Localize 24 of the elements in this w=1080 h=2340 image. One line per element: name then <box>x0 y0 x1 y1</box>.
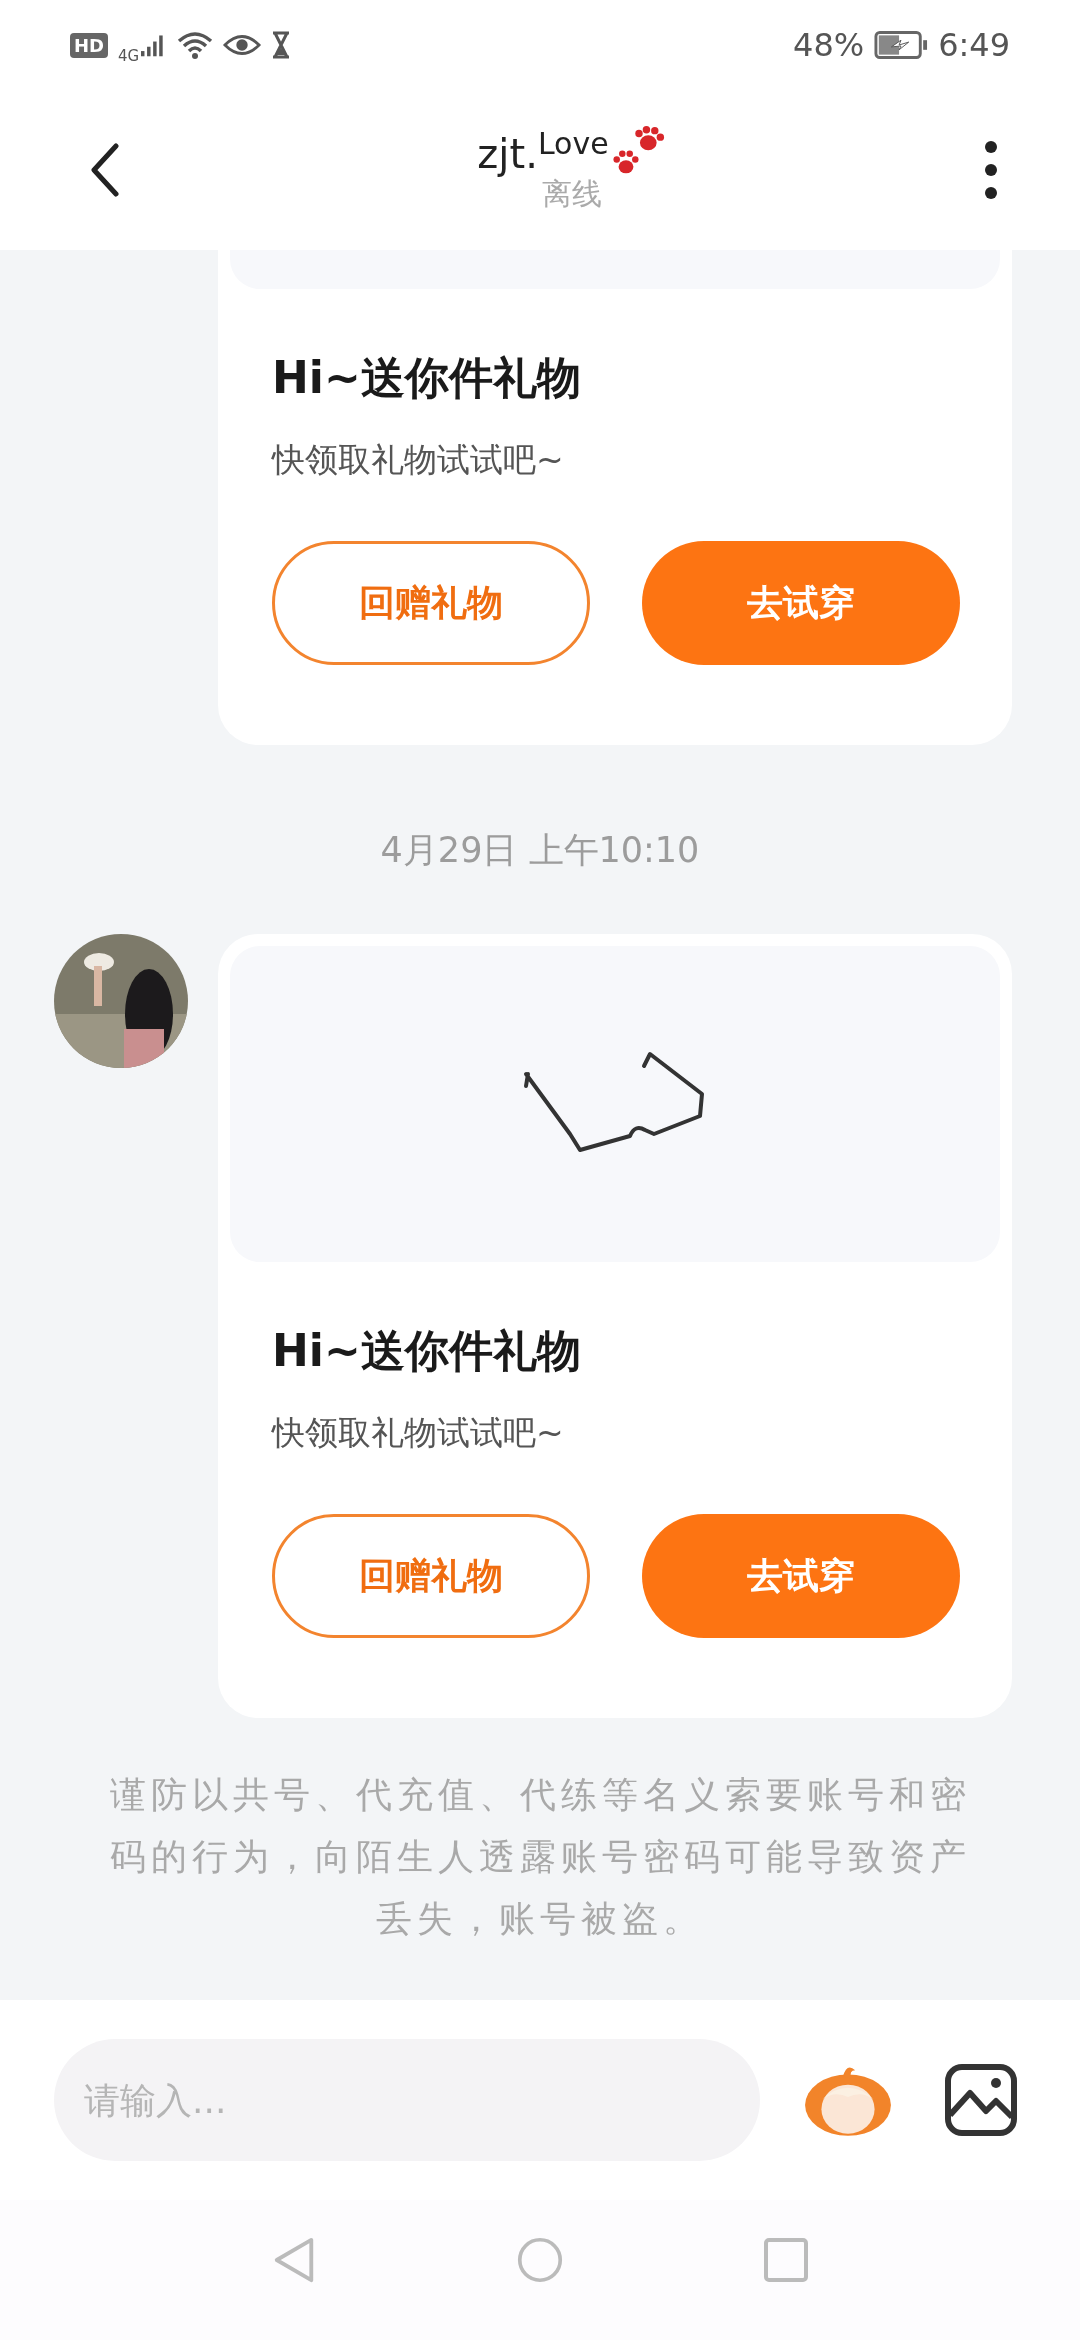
battery-icon <box>874 30 929 60</box>
online-status: 离线 <box>542 174 602 213</box>
gift-subtitle: 快领取礼物试试吧~ <box>272 439 565 481</box>
eye-icon <box>223 33 262 57</box>
network-label: 4G <box>118 47 140 65</box>
image-icon[interactable] <box>944 2063 1018 2137</box>
more-icon[interactable] <box>984 140 998 200</box>
gift-title: Hi~送你件礼物 <box>272 351 582 405</box>
try-on-button[interactable]: 去试穿 <box>642 1514 960 1638</box>
back-icon[interactable] <box>90 143 120 197</box>
return-gift-button[interactable]: 回赠礼物 <box>272 1514 590 1638</box>
hourglass-icon <box>271 31 292 59</box>
message-input[interactable]: 请输入... <box>54 2039 760 2161</box>
battery-percent: 48% <box>793 26 865 64</box>
clock-time: 6:49 <box>938 26 1010 64</box>
gift-subtitle: 快领取礼物试试吧~ <box>272 1412 565 1454</box>
wifi-icon <box>177 31 214 59</box>
gift-title: Hi~送你件礼物 <box>272 1324 582 1378</box>
try-on-button[interactable]: 去试穿 <box>642 541 960 665</box>
message-timestamp: 4月29日 上午10:10 <box>380 829 700 872</box>
security-notice: 谨防以共号、代充值、代练等名义索要账号和密码的行为，向陌生人透露账号密码可能导致资产丢失，账号被盗。 <box>108 1773 972 1941</box>
hd-badge: HD <box>70 32 108 58</box>
return-gift-button[interactable]: 回赠礼物 <box>272 541 590 665</box>
contact-name: zjt.$^{Love}$ <box>477 125 609 177</box>
